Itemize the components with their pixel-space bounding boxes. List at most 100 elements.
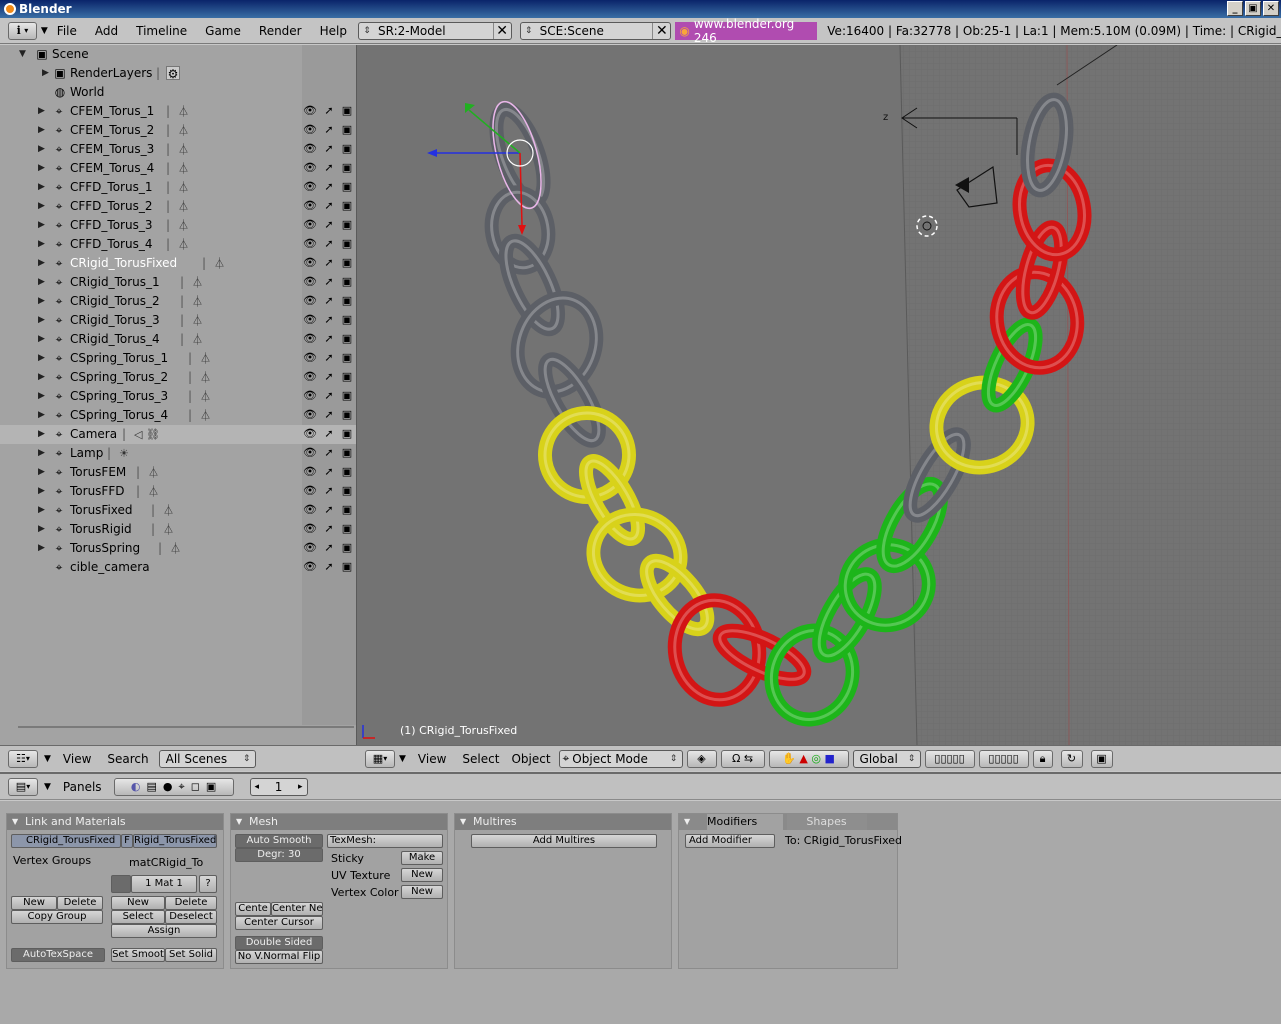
expand-triangle-icon[interactable]: ▶ [38, 102, 48, 121]
render-icon[interactable]: ▣ [340, 560, 354, 574]
centre-cursor-button[interactable]: Center Cursor [235, 916, 323, 930]
render-icon[interactable]: ▣ [340, 465, 354, 479]
outliner-object-row[interactable]: ▶ ⌖ TorusSpring | ⏃ 👁︎ ➚ ▣ [0, 539, 356, 558]
outliner-object-row[interactable]: ▶ ⌖ CRigid_Torus_1 | ⏃ 👁︎ ➚ ▣ [0, 273, 356, 292]
select-arrow-icon[interactable]: ➚ [322, 408, 336, 422]
translate-icon[interactable]: ▲ [799, 752, 807, 765]
eye-icon[interactable]: 👁︎ [303, 294, 317, 308]
3d-viewport[interactable]: z [357, 45, 1281, 745]
scene-selector[interactable]: ⇕ SCE:Scene ✕ [519, 21, 672, 40]
outliner-object-row[interactable]: ▶ ⌖ Camera | ◁ ⛓ 👁︎ ➚ ▣ [0, 425, 356, 444]
expand-triangle-icon[interactable]: ▶ [42, 64, 52, 83]
render-icon[interactable]: ▣ [340, 408, 354, 422]
expand-triangle-icon[interactable]: ▶ [38, 121, 48, 140]
select-arrow-icon[interactable]: ➚ [322, 522, 336, 536]
expand-triangle-icon[interactable]: ▶ [38, 539, 48, 558]
collapse-menus-icon[interactable]: ▼ [399, 754, 406, 764]
script-icon[interactable]: ▤ [146, 780, 156, 793]
copy-group-button[interactable]: Copy Group [11, 910, 103, 924]
eye-icon[interactable]: 👁︎ [303, 199, 317, 213]
render-icon[interactable]: ▣ [340, 389, 354, 403]
material-delete-button[interactable]: Delete [165, 896, 217, 910]
add-multires-button[interactable]: Add Multires [471, 834, 657, 848]
viewport-select-menu[interactable]: Select [458, 752, 503, 766]
select-arrow-icon[interactable]: ➚ [322, 541, 336, 555]
outliner-panel[interactable]: ▼ ▣ Scene ▶ ▣ RenderLayers | ⚙ ◍ World ▶ ⌖ CFEM_Toru… [0, 45, 357, 745]
select-arrow-icon[interactable]: ➚ [322, 313, 336, 327]
select-arrow-icon[interactable]: ➚ [322, 446, 336, 460]
expand-triangle-icon[interactable]: ▶ [38, 520, 48, 539]
viewport-object-menu[interactable]: Object [507, 752, 554, 766]
sticky-make-button[interactable]: Make [401, 851, 443, 865]
draw-type-button[interactable]: ◈ [686, 749, 717, 768]
expand-triangle-icon[interactable]: ▶ [38, 425, 48, 444]
render-icon[interactable]: ▣ [340, 313, 354, 327]
expand-triangle-icon[interactable]: ▶ [38, 406, 48, 425]
menu-game[interactable]: Game [196, 24, 250, 38]
material-assign-button[interactable]: Assign [111, 924, 217, 938]
arrow-right-icon[interactable]: ▸ [298, 782, 303, 792]
expand-triangle-icon[interactable]: ▶ [38, 159, 48, 178]
select-arrow-icon[interactable]: ➚ [322, 161, 336, 175]
render-icon[interactable]: ▣ [340, 294, 354, 308]
outliner-object-row[interactable]: ▶ ⌖ CFFD_Torus_2 | ⏃ 👁︎ ➚ ▣ [0, 197, 356, 216]
eye-icon[interactable]: 👁︎ [303, 408, 317, 422]
outliner-scrollbar[interactable] [18, 726, 354, 728]
lock-layers-button[interactable]: 🔒︎ [1032, 749, 1053, 768]
outliner-object-row[interactable]: ▶ ⌖ CSpring_Torus_2 | ⏃ 👁︎ ➚ ▣ [0, 368, 356, 387]
eye-icon[interactable]: 👁︎ [303, 237, 317, 251]
select-arrow-icon[interactable]: ➚ [322, 370, 336, 384]
select-arrow-icon[interactable]: ➚ [322, 275, 336, 289]
shapes-tab[interactable]: Shapes [786, 814, 867, 830]
render-icon[interactable]: ▣ [340, 484, 354, 498]
screen-selector[interactable]: ⇕ SR:2-Model ✕ [357, 21, 512, 40]
select-arrow-icon[interactable]: ➚ [322, 332, 336, 346]
eye-icon[interactable]: 👁︎ [303, 332, 317, 346]
scene-icon[interactable]: ▣ [206, 780, 216, 793]
render-icon[interactable]: ▣ [340, 218, 354, 232]
eye-icon[interactable]: 👁︎ [303, 275, 317, 289]
render-icon[interactable]: ▣ [340, 256, 354, 270]
logic-icon[interactable]: ◐ [131, 780, 141, 793]
render-icon[interactable]: ▣ [340, 123, 354, 137]
multires-title[interactable]: Multires [455, 814, 671, 830]
select-arrow-icon[interactable]: ➚ [322, 484, 336, 498]
render-icon[interactable]: ▣ [340, 161, 354, 175]
expand-triangle-icon[interactable]: ▶ [38, 254, 48, 273]
double-sided-button[interactable]: Double Sided [235, 936, 323, 950]
select-arrow-icon[interactable]: ➚ [322, 142, 336, 156]
texmesh-field[interactable]: TexMesh: [327, 834, 443, 848]
eye-icon[interactable]: 👁︎ [303, 180, 317, 194]
eye-icon[interactable]: 👁︎ [303, 503, 317, 517]
menu-file[interactable]: File [48, 24, 86, 38]
panels-menu[interactable]: Panels [57, 780, 108, 794]
select-arrow-icon[interactable]: ➚ [322, 465, 336, 479]
select-arrow-icon[interactable]: ➚ [322, 503, 336, 517]
expand-triangle-icon[interactable]: ▶ [38, 235, 48, 254]
expand-triangle-icon[interactable]: ▶ [38, 311, 48, 330]
window-type-button[interactable]: i ▾ [8, 21, 37, 40]
outliner-renderlayers-row[interactable]: ▶ ▣ RenderLayers | ⚙ [0, 64, 356, 83]
eye-icon[interactable]: 👁︎ [303, 541, 317, 555]
render-icon[interactable]: ▣ [340, 237, 354, 251]
outliner-object-row[interactable]: ▶ ⌖ TorusFFD | ⏃ 👁︎ ➚ ▣ [0, 482, 356, 501]
maximize-button[interactable]: ▣ [1245, 1, 1261, 16]
collapse-menus-icon[interactable]: ▼ [41, 26, 48, 36]
render-icon[interactable]: ▣ [340, 275, 354, 289]
delete-scene-icon[interactable]: ✕ [652, 22, 670, 39]
outliner-object-row[interactable]: ▶ ⌖ TorusRigid | ⏃ 👁︎ ➚ ▣ [0, 520, 356, 539]
viewport-view-menu[interactable]: View [410, 752, 454, 766]
uv-texture-new-button[interactable]: New [401, 868, 443, 882]
material-select-button[interactable]: Select [111, 910, 165, 924]
expand-triangle-icon[interactable]: ▶ [38, 140, 48, 159]
delete-screen-icon[interactable]: ✕ [492, 22, 511, 39]
no-vnormal-flip-button[interactable]: No V.Normal Flip [235, 950, 323, 964]
outliner-object-row[interactable]: ▶ ⌖ CSpring_Torus_4 | ⏃ 👁︎ ➚ ▣ [0, 406, 356, 425]
link-materials-title[interactable]: Link and Materials [7, 814, 223, 830]
outliner-object-row[interactable]: ▶ ⌖ CFEM_Torus_3 | ⏃ 👁︎ ➚ ▣ [0, 140, 356, 159]
viewport-window-type-button[interactable]: ▦ ▾ [365, 749, 395, 768]
render-icon[interactable]: ▣ [340, 180, 354, 194]
vertex-color-new-button[interactable]: New [401, 885, 443, 899]
outliner-object-row[interactable]: ▶ ⌖ CFEM_Torus_1 | ⏃ 👁︎ ➚ ▣ [0, 102, 356, 121]
select-arrow-icon[interactable]: ➚ [322, 560, 336, 574]
